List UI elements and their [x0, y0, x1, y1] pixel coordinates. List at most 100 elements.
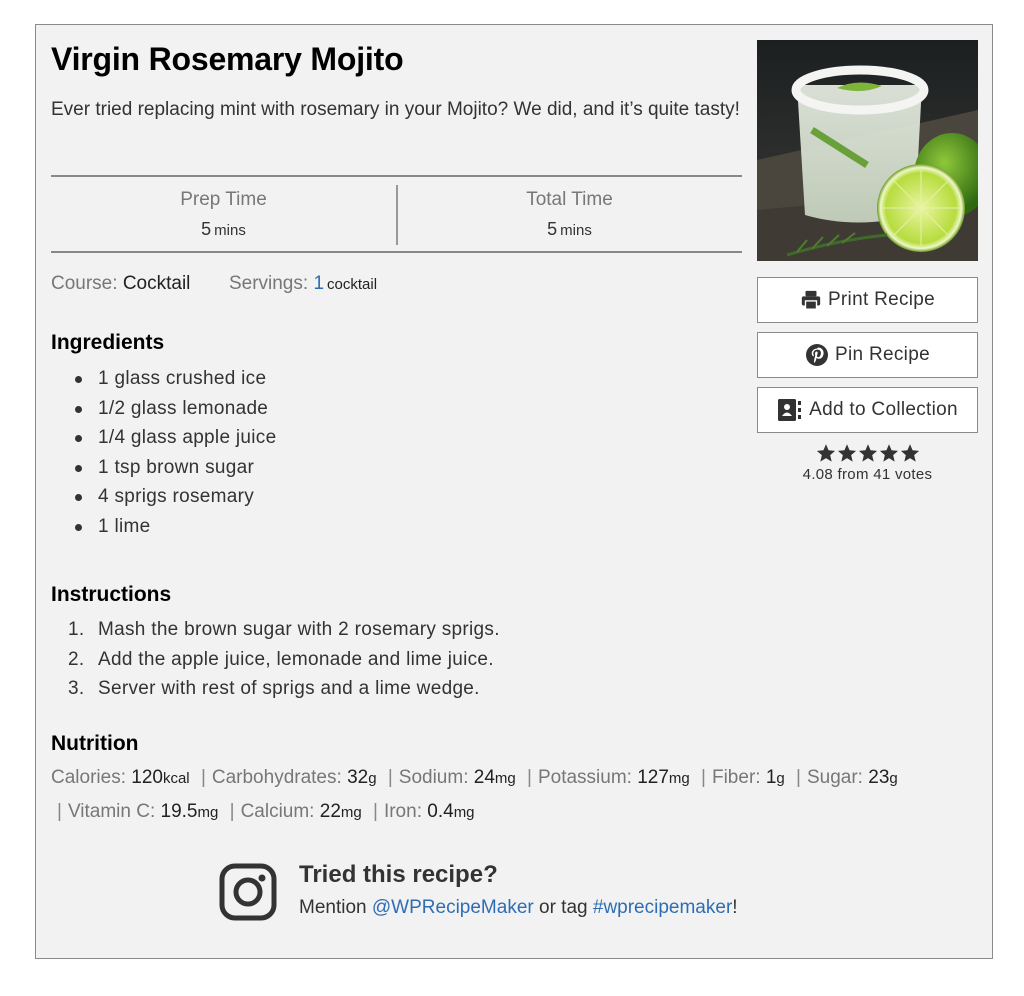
nutrition-item: Carbohydrates: 32g: [212, 767, 377, 788]
star-icon[interactable]: [858, 443, 878, 463]
ingredient-item: 1 tsp brown sugar: [51, 453, 276, 483]
nutrition-value: 23: [868, 767, 890, 788]
mojito-photo: [757, 40, 978, 261]
total-time-label: Total Time: [526, 189, 613, 210]
nutrition-item: Sodium: 24mg: [399, 767, 516, 788]
ingredient-item: 1/4 glass apple juice: [51, 423, 276, 453]
ingredient-text: 1 lime: [98, 515, 151, 537]
star-icon[interactable]: [879, 443, 899, 463]
nutrition-label: Vitamin C:: [67, 801, 156, 822]
nutrition-label: Calories:: [51, 767, 126, 788]
print-recipe-button[interactable]: Print Recipe: [757, 277, 978, 323]
nutrition-item: Calories: 120kcal: [51, 767, 190, 788]
nutrition-heading: Nutrition: [51, 732, 139, 755]
nutrition-unit: kcal: [162, 770, 190, 787]
servings-value[interactable]: 1: [313, 273, 324, 294]
star-icon[interactable]: [816, 443, 836, 463]
nutrition-item: Vitamin C: 19.5mg: [68, 801, 218, 822]
recipe-summary: Ever tried replacing mint with rosemary …: [51, 99, 740, 120]
bullet-icon: [75, 464, 82, 472]
total-time-unit: mins: [560, 222, 592, 239]
recipe-title: Virgin Rosemary Mojito: [51, 41, 404, 77]
recipe-meta: Course: Cocktail Servings: 1 cocktail: [51, 273, 377, 295]
ingredient-text: 1 glass crushed ice: [98, 368, 267, 389]
recipe-image: [757, 40, 978, 261]
ingredients-list: 1 glass crushed ice 1/2 glass lemonade 1/4…: [51, 364, 276, 541]
cta-suffix: !: [732, 897, 738, 918]
nutrition-label: Sodium:: [398, 767, 469, 788]
star-icon[interactable]: [900, 443, 920, 463]
nutrition-value: 120: [131, 767, 163, 788]
cta-title: Tried this recipe?: [299, 861, 498, 888]
nutrition-separator: |: [701, 767, 706, 788]
nutrition-label: Sugar:: [806, 767, 863, 788]
nutrition-value: 24: [473, 767, 495, 788]
nutrition-value: 19.5: [160, 801, 198, 822]
servings-label: Servings:: [228, 273, 309, 294]
nutrition-item: Iron: 0.4mg: [384, 801, 475, 822]
nutrition-unit: g: [368, 770, 377, 787]
step-text: Mash the brown sugar with 2 rosemary spr…: [98, 619, 500, 640]
instruction-step: 1. Mash the brown sugar with 2 rosemary s…: [51, 615, 500, 645]
nutrition-item: Calcium: 22mg: [241, 801, 362, 822]
rating-text: 4.08 from 41 votes: [802, 466, 933, 483]
ingredient-text: 1/2 glass lemonade: [98, 397, 269, 419]
nutrition-unit: g: [889, 770, 898, 787]
bullet-icon: [75, 523, 82, 531]
cta-text: Mention @WPRecipeMaker or tag #wprecipem…: [299, 897, 738, 919]
instructions-heading: Instructions: [51, 583, 172, 606]
pin-recipe-button[interactable]: Pin Recipe: [757, 332, 978, 378]
recipe-card: Virgin Rosemary Mojito Ever tried replac…: [35, 24, 993, 959]
cta-middle: or tag: [539, 897, 588, 918]
ingredient-item: 4 sprigs rosemary: [51, 482, 276, 512]
ingredients-heading: Ingredients: [51, 331, 165, 354]
nutrition-separator: |: [387, 767, 393, 788]
instruction-step: 3. Server with rest of sprigs and a lime …: [51, 674, 500, 704]
instagram-cta: Tried this recipe? Mention @WPRecipeMake…: [219, 861, 839, 921]
nutrition-facts: Calories: 120kcal | Carbohydrates: 32g | S…: [51, 761, 981, 829]
nutrition-item: Sugar: 23g: [807, 767, 898, 788]
add-to-collection-label: Add to Collection: [809, 399, 958, 420]
total-time-value: 5 mins: [397, 219, 742, 240]
ingredient-item: 1/2 glass lemonade: [51, 394, 276, 424]
pinterest-icon: [806, 344, 829, 366]
wprecipemaker-handle-link[interactable]: @WPRecipeMaker: [372, 897, 534, 918]
recipe-times: Prep Time 5 mins Total Time 5 mins: [51, 175, 742, 253]
step-text: Server with rest of sprigs and a lime we…: [98, 678, 480, 699]
nutrition-item: Potassium: 127mg: [538, 767, 690, 788]
nutrition-separator: |: [796, 767, 801, 788]
bullet-icon: [75, 494, 82, 501]
ingredient-text: 1 tsp brown sugar: [98, 456, 255, 478]
add-to-collection-button[interactable]: Add to Collection: [757, 387, 978, 433]
nutrition-value: 22: [319, 801, 341, 822]
nutrition-separator: |: [57, 801, 62, 822]
nutrition-label: Calcium:: [240, 801, 315, 822]
nutrition-value: 1: [765, 767, 777, 788]
ingredient-text: 1/4 glass apple juice: [98, 427, 277, 448]
ingredient-text: 4 sprigs rosemary: [98, 486, 255, 507]
nutrition-label: Carbohydrates:: [211, 767, 342, 788]
ingredient-item: 1 glass crushed ice: [51, 364, 276, 394]
step-number: 2.: [68, 648, 85, 670]
total-time-number: 5: [547, 219, 558, 239]
nutrition-value: 127: [637, 767, 669, 788]
step-number: 1.: [68, 619, 85, 640]
cta-mention-prefix: Mention: [299, 897, 367, 918]
nutrition-value: 0.4: [427, 801, 454, 822]
nutrition-unit: mg: [668, 770, 690, 787]
instruction-step: 2. Add the apple juice, lemonade and lime…: [51, 645, 500, 675]
star-rating[interactable]: [757, 443, 978, 463]
nutrition-unit: mg: [340, 804, 362, 821]
nutrition-unit: mg: [494, 770, 516, 787]
prep-time-number: 5: [201, 219, 212, 239]
nutrition-unit: mg: [453, 804, 475, 821]
wprecipemaker-hashtag-link[interactable]: #wprecipemaker: [593, 897, 732, 918]
nutrition-label: Fiber:: [711, 767, 761, 788]
star-icon[interactable]: [837, 443, 857, 463]
bullet-icon: [75, 376, 82, 383]
nutrition-unit: g: [776, 770, 785, 787]
nutrition-separator: |: [200, 767, 206, 788]
servings-unit: cocktail: [327, 276, 378, 293]
course-label: Course:: [51, 273, 118, 294]
nutrition-unit: mg: [197, 804, 219, 821]
